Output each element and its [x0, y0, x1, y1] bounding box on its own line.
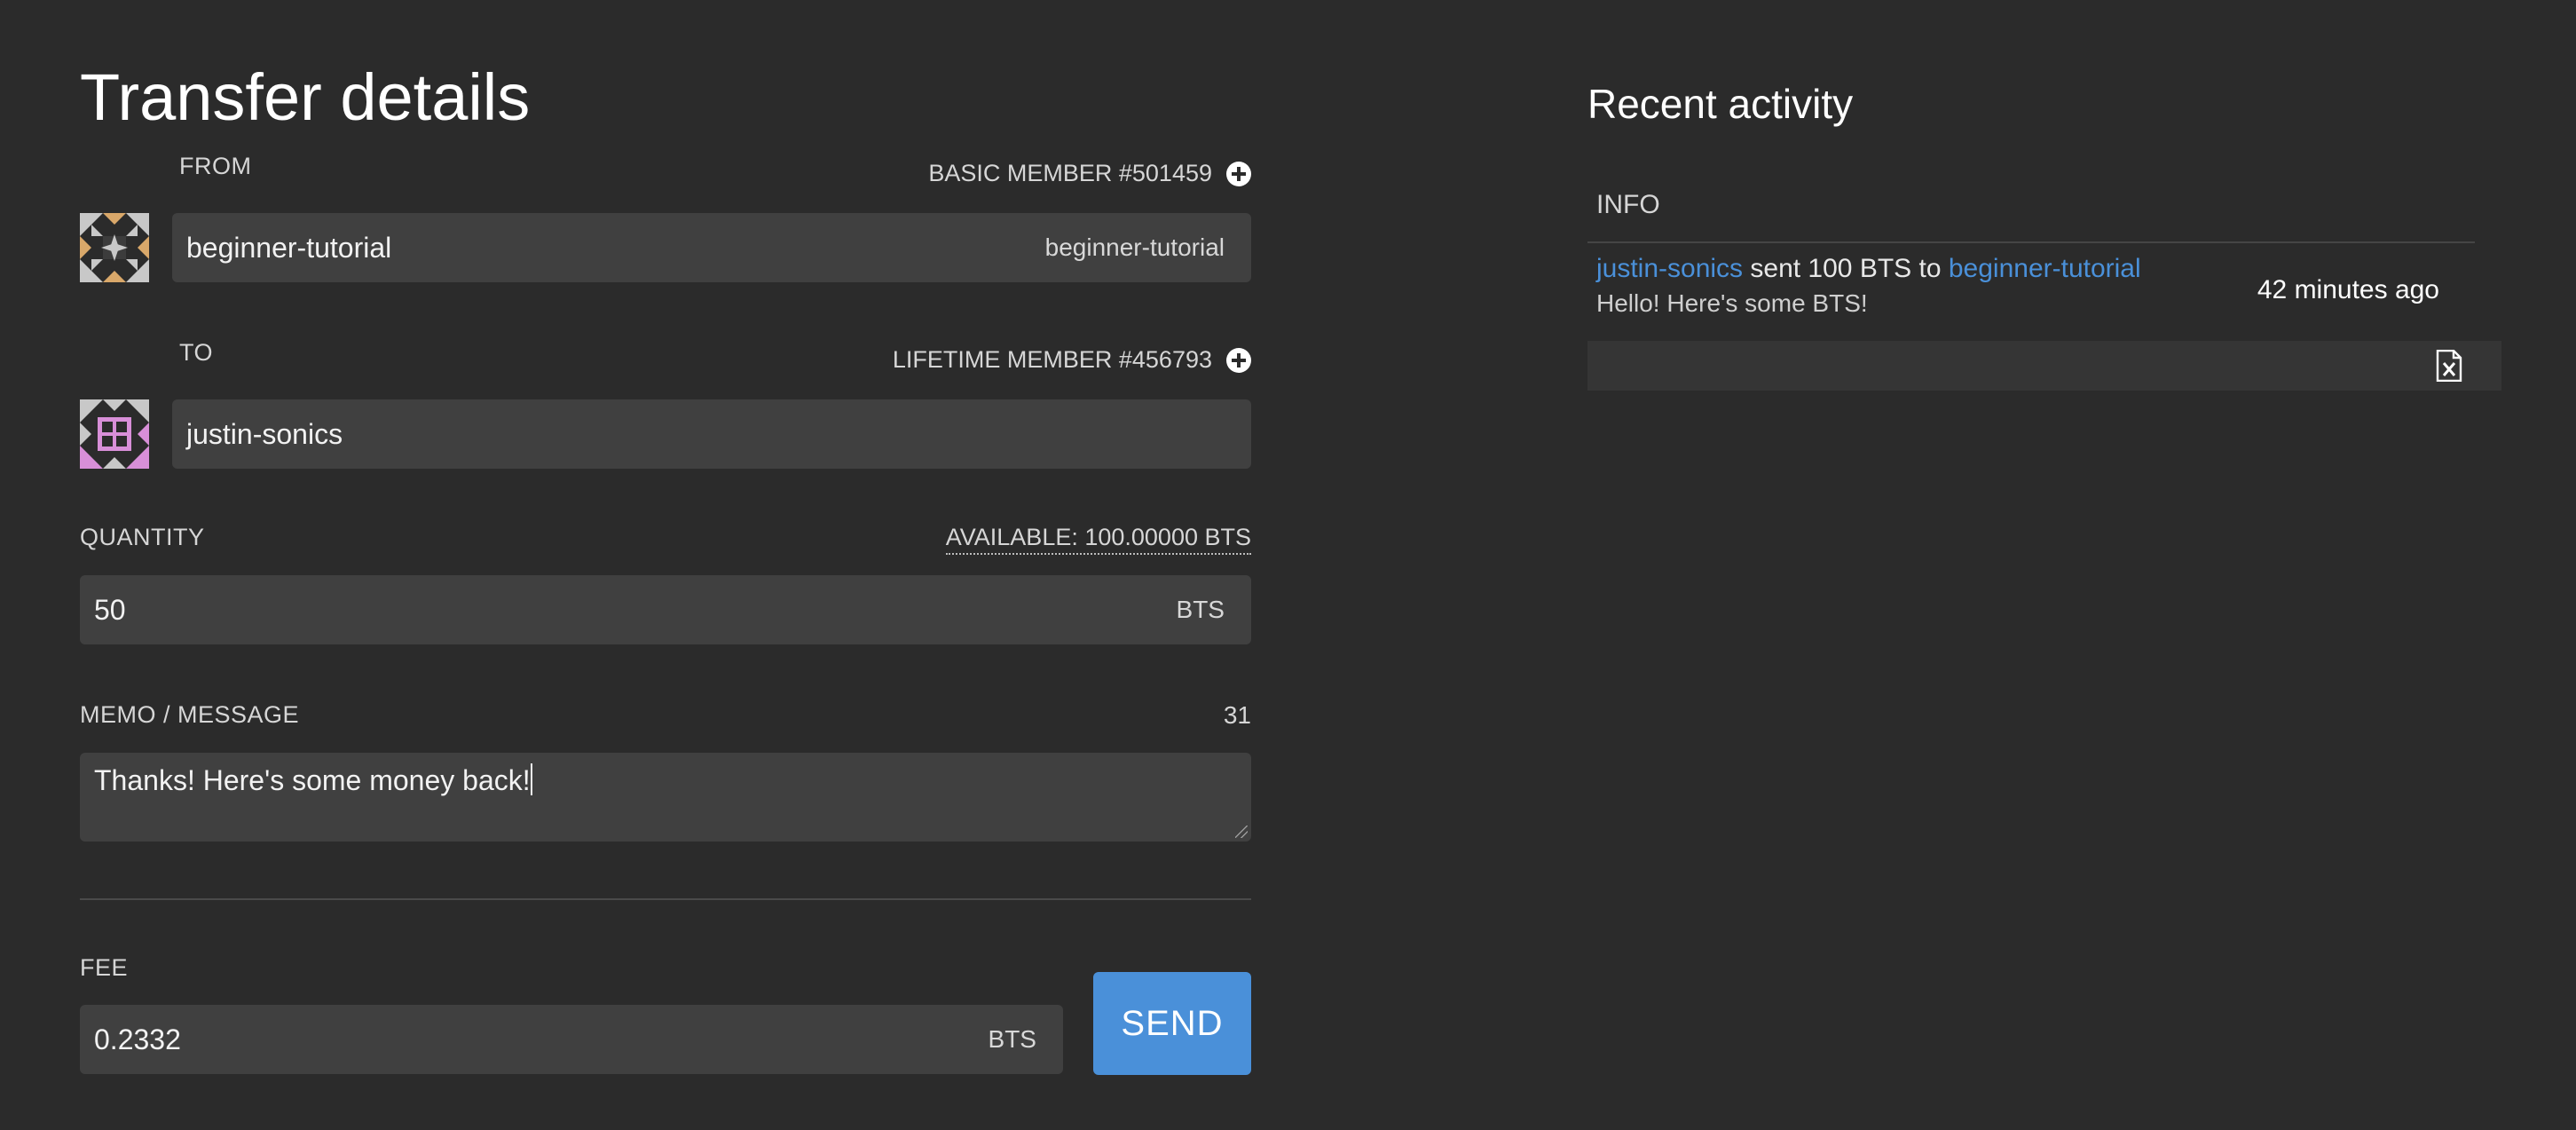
activity-footer	[1587, 341, 2501, 391]
text-cursor	[530, 763, 532, 795]
activity-action: sent 100 BTS to	[1743, 254, 1949, 283]
activity-row[interactable]: justin-sonics sent 100 BTS to beginner-t…	[1596, 254, 2475, 328]
from-account-value: beginner-tutorial	[186, 231, 392, 264]
fee-input[interactable]	[94, 1023, 754, 1056]
to-member-info: LIFETIME MEMBER #456793	[893, 346, 1251, 374]
to-account-value: justin-sonics	[186, 417, 343, 450]
fee-asset[interactable]: BTS	[989, 1025, 1036, 1054]
add-contact-icon[interactable]	[1226, 347, 1251, 373]
from-account-field[interactable]: beginner-tutorial beginner-tutorial	[172, 213, 1251, 282]
fee-label: FEE	[80, 954, 129, 981]
header-divider	[1587, 241, 2475, 243]
to-member-status: LIFETIME MEMBER #456793	[892, 346, 1212, 373]
quantity-asset[interactable]: BTS	[1177, 596, 1225, 624]
page-title: Transfer details	[80, 60, 531, 134]
activity-time[interactable]: 42 minutes ago	[2257, 275, 2439, 305]
send-button[interactable]: SEND	[1093, 972, 1251, 1075]
from-account-name: beginner-tutorial	[1044, 233, 1225, 261]
memo-char-count: 31	[1223, 701, 1251, 729]
fee-field[interactable]: BTS	[80, 1005, 1063, 1074]
available-balance[interactable]: AVAILABLE: 100.00000 BTS	[945, 524, 1251, 555]
quantity-label: QUANTITY	[80, 524, 205, 550]
sender-link[interactable]: justin-sonics	[1596, 254, 1743, 283]
to-avatar	[80, 399, 149, 469]
from-avatar	[80, 213, 149, 282]
to-label: TO	[179, 339, 214, 366]
add-contact-icon[interactable]	[1226, 161, 1251, 186]
memo-label: MEMO / MESSAGE	[80, 701, 300, 728]
transfer-page: Transfer details FROM BASIC MEMBER #5014…	[0, 0, 2576, 1130]
to-account-field[interactable]: justin-sonics	[172, 399, 1251, 469]
from-label: FROM	[179, 153, 252, 179]
from-member-status: BASIC MEMBER #501459	[928, 160, 1212, 186]
resize-grip-icon[interactable]	[1235, 826, 1248, 838]
quantity-field[interactable]: BTS	[80, 575, 1251, 644]
quantity-input[interactable]	[94, 593, 886, 627]
recipient-link[interactable]: beginner-tutorial	[1949, 254, 2141, 283]
memo-text: Thanks! Here's some money back!	[94, 764, 531, 796]
excel-export-icon[interactable]	[2436, 350, 2462, 382]
memo-textarea[interactable]: Thanks! Here's some money back!	[80, 753, 1251, 842]
divider	[80, 898, 1251, 900]
info-column-header: INFO	[1596, 190, 1660, 219]
from-member-info: BASIC MEMBER #501459	[928, 160, 1251, 187]
recent-activity-title: Recent activity	[1587, 81, 1854, 127]
